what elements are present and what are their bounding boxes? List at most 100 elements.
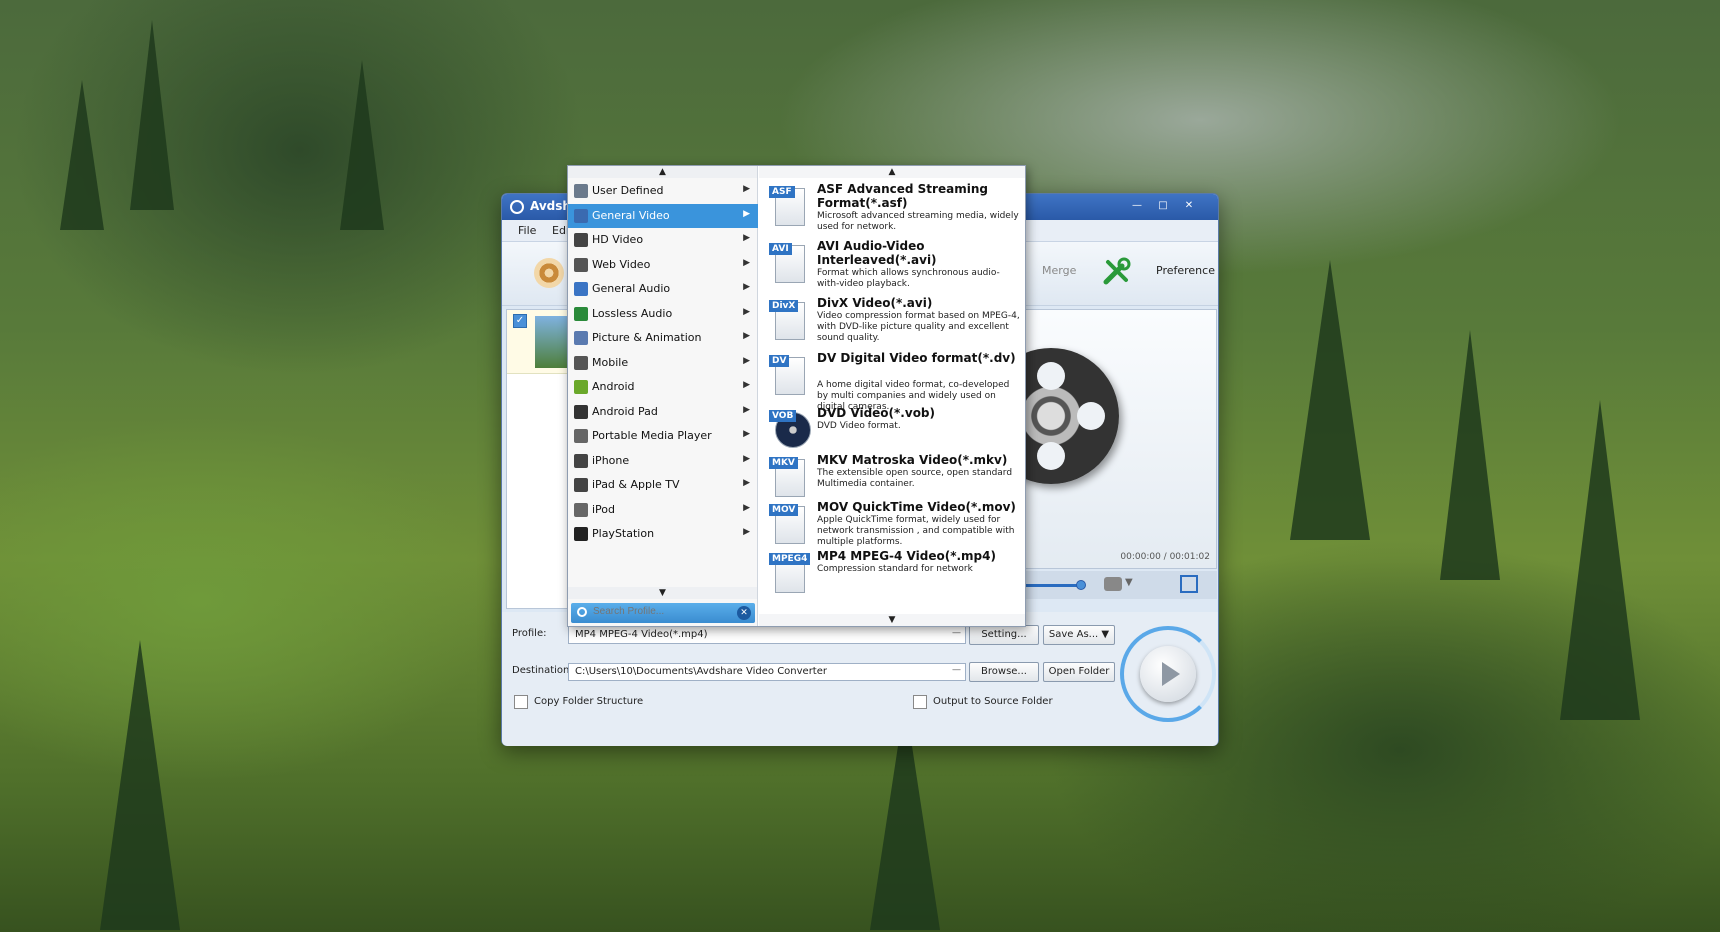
- chevron-right-icon: ▶: [743, 355, 750, 366]
- scroll-up-arrow[interactable]: ▲: [568, 166, 757, 178]
- tree-decoration: [340, 60, 384, 230]
- close-button[interactable]: ✕: [1178, 198, 1200, 214]
- minimize-button[interactable]: —: [1126, 198, 1148, 214]
- save-as-label: Save As...: [1048, 629, 1099, 640]
- file-thumbnail: [535, 316, 571, 368]
- chevron-right-icon: ▶: [743, 404, 750, 415]
- copy-folder-checkbox[interactable]: [514, 695, 528, 709]
- menu-file[interactable]: File: [518, 224, 536, 237]
- tree-decoration: [1560, 400, 1640, 720]
- category-item[interactable]: iPod ▶: [568, 498, 758, 522]
- format-tag: MPEG4: [769, 553, 811, 565]
- category-label: User Defined: [592, 184, 664, 197]
- category-label: iPhone: [592, 453, 630, 467]
- search-input[interactable]: [593, 606, 733, 617]
- chevron-right-icon: ▶: [743, 306, 750, 317]
- preference-tools-icon[interactable]: [1100, 254, 1134, 288]
- search-profile-box[interactable]: ✕: [571, 603, 755, 623]
- format-tag: VOB: [769, 410, 797, 422]
- category-label: Android: [592, 380, 635, 393]
- tablet-icon: [574, 404, 588, 419]
- destination-label: Destination:: [512, 665, 573, 676]
- playback-time: 00:00:00 / 00:01:02: [1120, 552, 1210, 562]
- browse-button[interactable]: Browse...: [969, 662, 1039, 682]
- picture-icon: [574, 331, 588, 345]
- format-item[interactable]: MOV MOV QuickTime Video(*.mov) Apple Quick…: [759, 498, 1025, 554]
- volume-knob[interactable]: [1076, 580, 1086, 590]
- format-file-icon: ASF: [767, 184, 809, 228]
- setting-button[interactable]: Setting...: [969, 625, 1039, 645]
- format-file-icon: AVI: [767, 241, 809, 285]
- category-item[interactable]: General Audio ▶: [568, 277, 758, 301]
- ipod-icon: [574, 502, 588, 517]
- category-label: iPad & Apple TV: [592, 478, 680, 491]
- add-video-icon[interactable]: [534, 258, 564, 288]
- profile-value: MP4 MPEG-4 Video(*.mp4): [575, 629, 708, 640]
- camera-icon[interactable]: [1104, 577, 1122, 591]
- chevron-down-icon[interactable]: ▼: [1125, 577, 1133, 588]
- clear-icon[interactable]: ✕: [737, 606, 751, 620]
- preference-button[interactable]: Preference: [1156, 264, 1215, 277]
- category-item[interactable]: iPad & Apple TV ▶: [568, 473, 758, 497]
- format-item[interactable]: DV DV Digital Video format(*.dv) A home di…: [759, 349, 1025, 412]
- category-item[interactable]: iPhone ▶: [568, 449, 758, 473]
- category-item[interactable]: General Video ▶: [568, 203, 758, 228]
- category-item[interactable]: Mobile ▶: [568, 351, 758, 375]
- output-source-checkbox[interactable]: [913, 695, 927, 709]
- tree-decoration: [130, 20, 174, 210]
- chevron-right-icon: ▶: [743, 478, 750, 488]
- format-list: ▲ ASF ASF Advanced Streaming Format(*.asf…: [759, 166, 1025, 626]
- chevron-right-icon: ▶: [743, 257, 750, 268]
- open-folder-button[interactable]: Open Folder: [1043, 662, 1115, 682]
- format-name: MP4 MPEG-4 Video(*.mp4): [817, 549, 996, 563]
- format-description: The extensible open source, open standar…: [817, 468, 1013, 489]
- category-item[interactable]: Lossless Audio ▶: [568, 302, 758, 326]
- convert-button[interactable]: [1140, 646, 1196, 702]
- category-item[interactable]: Android ▶: [568, 375, 758, 399]
- app-logo-icon: [510, 200, 524, 214]
- web-video-icon: [574, 257, 588, 272]
- category-item[interactable]: PlayStation ▶: [568, 522, 758, 546]
- chevron-right-icon: ▶: [743, 453, 750, 464]
- format-item[interactable]: DivX DivX Video(*.avi) Video compression f…: [759, 294, 1025, 350]
- category-item[interactable]: Picture & Animation ▶: [568, 326, 758, 350]
- hd-icon: [574, 233, 588, 247]
- file-checkbox[interactable]: ✓: [513, 314, 527, 328]
- category-item[interactable]: HD Video ▶: [568, 228, 758, 252]
- category-label: General Audio: [592, 282, 671, 295]
- merge-button[interactable]: Merge: [1042, 264, 1076, 277]
- destination-select[interactable]: C:\Users\10\Documents\Avdshare Video Con…: [568, 663, 966, 681]
- format-tag: DV: [769, 355, 790, 367]
- format-file-icon: MPEG4: [767, 551, 811, 595]
- search-icon: [577, 607, 587, 617]
- chevron-right-icon: ▶: [743, 233, 750, 243]
- format-item[interactable]: MPEG4 MP4 MPEG-4 Video(*.mp4) Compression …: [759, 547, 1025, 603]
- output-source-label: Output to Source Folder: [933, 696, 1053, 707]
- iphone-icon: [574, 453, 588, 468]
- profile-select[interactable]: MP4 MPEG-4 Video(*.mp4) —: [568, 626, 966, 644]
- scroll-down-arrow[interactable]: ▼: [759, 614, 1025, 626]
- profile-dropdown: ▲ User Defined ▶ General Video ▶ HD Video ▶ We…: [567, 165, 1026, 627]
- category-item[interactable]: Web Video ▶: [568, 253, 758, 277]
- maximize-button[interactable]: □: [1152, 198, 1174, 214]
- save-as-button[interactable]: Save As... ▼: [1043, 625, 1115, 645]
- format-description: Format which allows synchronous audio-wi…: [817, 268, 1000, 289]
- category-item[interactable]: Android Pad ▶: [568, 400, 758, 424]
- category-list: ▲ User Defined ▶ General Video ▶ HD Video ▶ We…: [568, 166, 758, 626]
- tree-decoration: [100, 640, 180, 930]
- category-item[interactable]: User Defined ▶: [568, 179, 758, 203]
- format-item[interactable]: AVI AVI Audio-Video Interleaved(*.avi) For…: [759, 237, 1025, 293]
- category-item[interactable]: Portable Media Player ▶: [568, 424, 758, 448]
- fullscreen-icon[interactable]: [1180, 575, 1198, 593]
- scroll-down-arrow[interactable]: ▼: [568, 587, 757, 599]
- format-name: ASF Advanced Streaming Format(*.asf): [817, 182, 988, 210]
- scroll-up-arrow[interactable]: ▲: [759, 166, 1025, 178]
- chevron-right-icon: ▶: [743, 282, 750, 292]
- format-file-icon: DivX: [767, 298, 809, 342]
- tree-decoration: [60, 80, 104, 230]
- format-name: DivX Video(*.avi): [817, 296, 933, 310]
- chevron-right-icon: ▶: [743, 208, 750, 219]
- playstation-icon: [574, 527, 588, 541]
- chevron-right-icon: ▶: [743, 331, 750, 341]
- format-item[interactable]: ASF ASF Advanced Streaming Format(*.asf) M…: [759, 180, 1025, 236]
